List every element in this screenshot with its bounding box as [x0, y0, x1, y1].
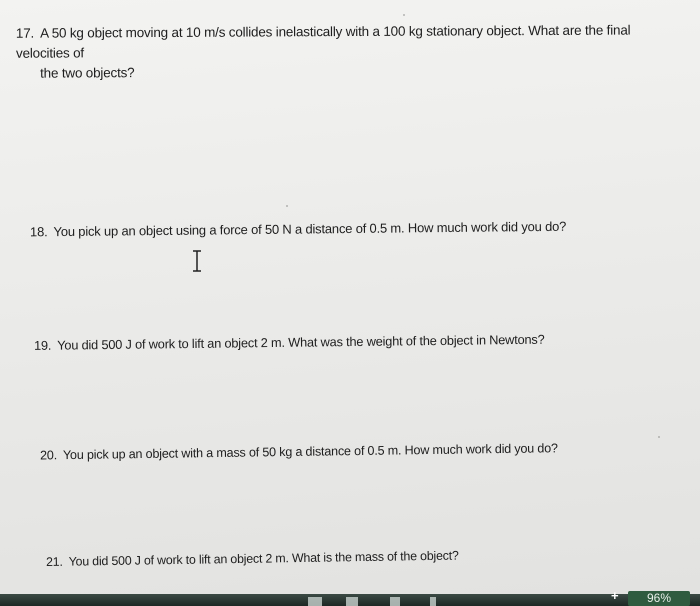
- photo-of-screen: 17. A 50 kg object moving at 10 m/s colli…: [0, 0, 700, 606]
- question-text: You did 500 J of work to lift an object …: [57, 331, 545, 353]
- question-21: 21. You did 500 J of work to lift an obje…: [46, 542, 686, 572]
- document-page: 17. A 50 kg object moving at 10 m/s colli…: [0, 0, 700, 596]
- text-cursor-icon: [193, 250, 201, 272]
- question-18: 18. You pick up an object using a force o…: [30, 216, 670, 243]
- taskbar-app-icon[interactable]: [390, 597, 400, 606]
- question-text: You pick up an object with a mass of 50 …: [62, 441, 558, 463]
- taskbar-app-icon[interactable]: [346, 597, 358, 606]
- question-19: 19. You did 500 J of work to lift an obje…: [34, 328, 674, 356]
- question-text: You did 500 J of work to lift an object …: [68, 548, 459, 569]
- screen-speck: [658, 436, 660, 438]
- question-number: 17.: [15, 25, 35, 41]
- question-text: A 50 kg object moving at 10 m/s collides…: [15, 22, 631, 61]
- taskbar-app-icon[interactable]: [308, 597, 322, 606]
- screen-speck: [286, 205, 288, 207]
- screen-speck: [403, 14, 405, 16]
- add-icon[interactable]: +: [611, 589, 619, 602]
- question-text-continued: the two objects?: [40, 65, 135, 81]
- question-number: 19.: [33, 337, 52, 353]
- taskbar-app-icon[interactable]: [430, 597, 436, 606]
- question-text: You pick up an object using a force of 5…: [53, 218, 567, 240]
- question-number: 20.: [39, 448, 58, 463]
- question-number: 18.: [29, 224, 48, 240]
- question-20: 20. You pick up an object with a mass of …: [40, 437, 680, 466]
- zoom-level[interactable]: 96%: [628, 591, 690, 606]
- question-17: 17. A 50 kg object moving at 10 m/s colli…: [16, 20, 686, 84]
- question-number: 21.: [45, 554, 63, 570]
